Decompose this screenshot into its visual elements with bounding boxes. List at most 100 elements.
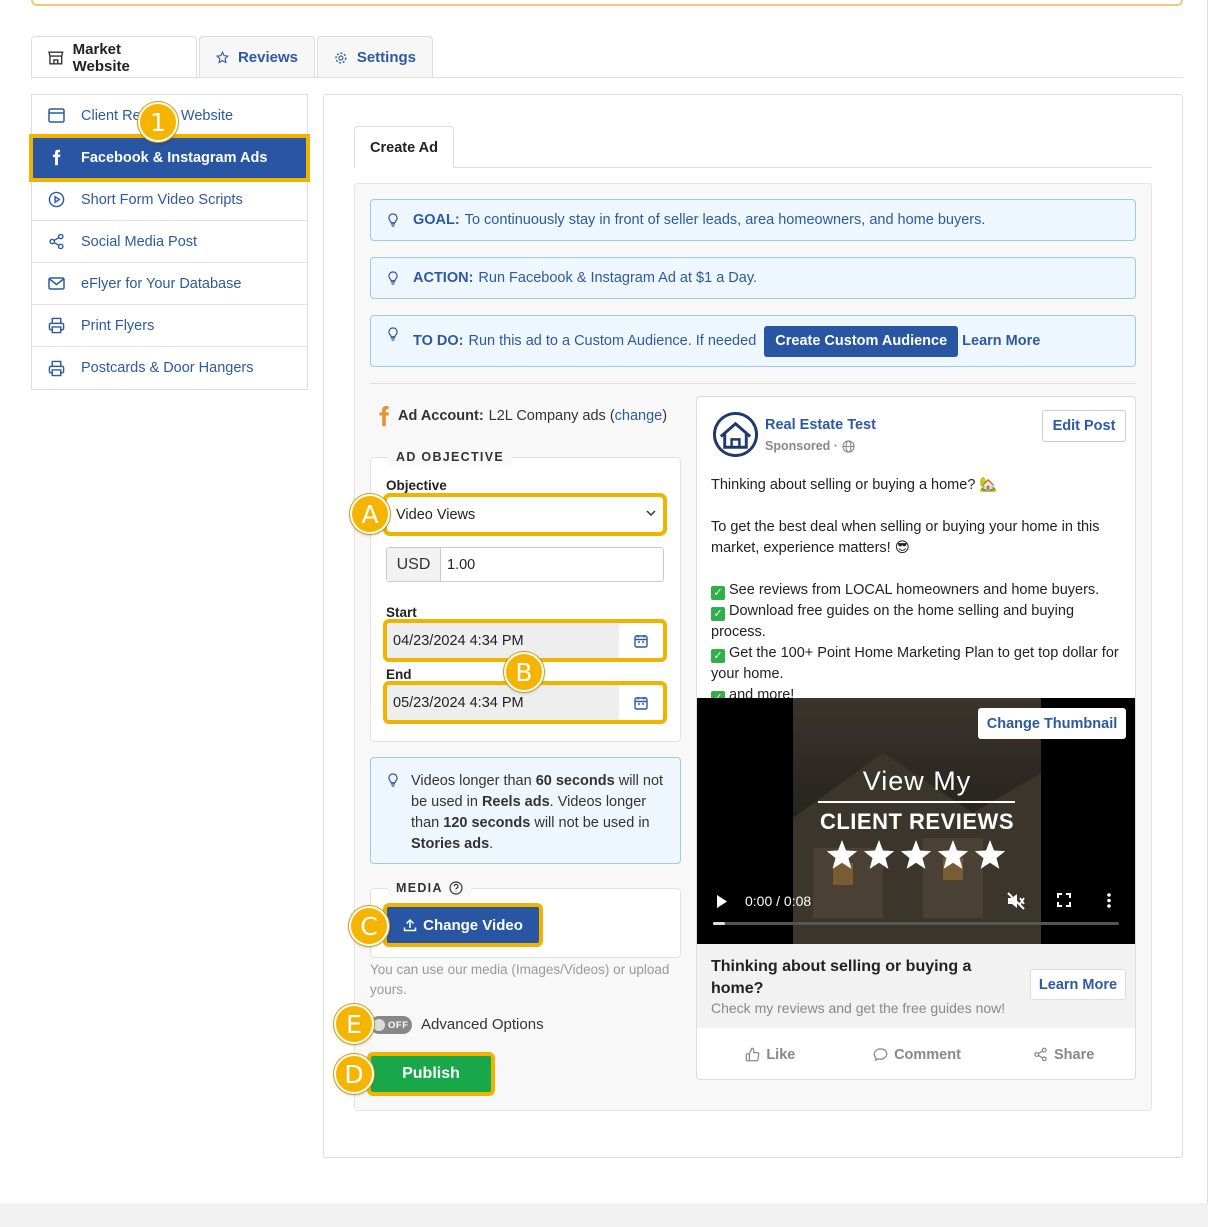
- sidebar-item-eflyer[interactable]: eFlyer for Your Database: [32, 263, 307, 305]
- change-video-button[interactable]: Change Video: [383, 903, 543, 947]
- gear-icon: [335, 51, 347, 64]
- start-calendar-button[interactable]: [619, 623, 663, 658]
- note-text: will not be used in: [530, 815, 650, 831]
- bullet-text: See reviews from LOCAL homeowners and ho…: [729, 582, 1100, 598]
- change-ad-account-link[interactable]: change: [615, 408, 663, 424]
- tab-market-website[interactable]: Market Website: [31, 36, 197, 79]
- store-icon: [48, 51, 64, 65]
- fullscreen-icon[interactable]: [1057, 893, 1071, 907]
- sidebar-item-print-flyers[interactable]: Print Flyers: [32, 305, 307, 347]
- muted-speaker-icon[interactable]: [1006, 892, 1026, 910]
- lightbulb-icon: [388, 271, 398, 285]
- tab-settings[interactable]: Settings: [317, 36, 433, 78]
- envelope-icon: [48, 277, 65, 290]
- note-text: .: [489, 836, 494, 852]
- sidebar-item-social-media-post[interactable]: Social Media Post: [32, 221, 307, 263]
- page-name-link[interactable]: Real Estate Test: [765, 417, 876, 433]
- comment-action[interactable]: Comment: [844, 1047, 991, 1063]
- sidebar: Client Reviews Website Facebook & Instag…: [29, 94, 310, 390]
- browser-window-icon: [48, 108, 65, 123]
- learn-more-button[interactable]: Learn More: [1030, 969, 1126, 1000]
- callout-marker-a: A: [350, 494, 390, 534]
- question-circle-icon[interactable]: [449, 880, 463, 895]
- calendar-icon: [634, 634, 648, 648]
- comment-label: Comment: [894, 1046, 961, 1063]
- share-action[interactable]: Share: [990, 1046, 1135, 1063]
- lightbulb-icon: [388, 327, 398, 341]
- upload-icon: [403, 918, 417, 932]
- star-icon: [826, 840, 858, 869]
- sidebar-item-label: Social Media Post: [81, 233, 198, 250]
- sidebar-item-label: Print Flyers: [81, 317, 155, 334]
- like-action[interactable]: Like: [697, 1047, 844, 1063]
- top-banner-edge: [31, 0, 1183, 6]
- star-icon: [900, 840, 932, 869]
- learn-more-link[interactable]: Learn More: [962, 333, 1040, 349]
- callout-marker-c: C: [349, 906, 389, 946]
- media-legend: MEDIA: [388, 879, 471, 896]
- tab-reviews[interactable]: Reviews: [199, 36, 315, 78]
- objective-label: Objective: [386, 478, 447, 493]
- budget-input[interactable]: 1.00: [441, 548, 475, 581]
- todo-label: TO DO:: [413, 333, 464, 349]
- more-vertical-icon[interactable]: [1107, 893, 1111, 908]
- advanced-options-label: Advanced Options: [421, 1016, 544, 1033]
- share-icon: [49, 233, 64, 250]
- share-label: Share: [1054, 1046, 1095, 1063]
- note-text: Videos longer than: [411, 773, 536, 789]
- video-progress-bar[interactable]: [713, 922, 1119, 925]
- create-custom-audience-button[interactable]: Create Custom Audience: [764, 325, 959, 357]
- video-player[interactable]: Change Thumbnail View My CLIENT REVIEWS …: [697, 698, 1135, 944]
- house-logo-avatar: [712, 411, 759, 458]
- tab-label: Settings: [356, 49, 416, 66]
- paren-close: ): [662, 408, 668, 424]
- objective-select[interactable]: Video Views: [383, 493, 667, 536]
- section-divider: [370, 383, 1136, 384]
- check-icon: ✓: [711, 607, 725, 621]
- advanced-options-toggle[interactable]: OFF: [370, 1016, 412, 1034]
- sidebar-item-postcards-door-hangers[interactable]: Postcards & Door Hangers: [32, 347, 307, 389]
- tab-divider: [31, 77, 1183, 78]
- publish-button[interactable]: Publish: [367, 1052, 495, 1096]
- ad-objective-legend: AD OBJECTIVE: [388, 449, 512, 465]
- change-thumbnail-button[interactable]: Change Thumbnail: [978, 708, 1126, 739]
- todo-info-box: TO DO: Run this ad to a Custom Audience.…: [370, 315, 1136, 367]
- lightbulb-icon: [388, 213, 398, 227]
- callout-marker-1: 1: [138, 102, 178, 142]
- play-icon[interactable]: [716, 895, 728, 908]
- end-calendar-button[interactable]: [619, 685, 663, 720]
- toggle-knob: [373, 1019, 385, 1031]
- start-date-value: 04/23/2024 4:34 PM: [387, 623, 619, 658]
- footer-headline: Thinking about selling or buying a home?: [711, 958, 972, 997]
- tab-create-ad[interactable]: Create Ad: [354, 126, 454, 168]
- tab-label: Reviews: [237, 49, 298, 66]
- edit-post-button[interactable]: Edit Post: [1042, 410, 1126, 442]
- post-bullet: ✓ See reviews from LOCAL homeowners and h…: [711, 580, 1129, 601]
- subtab-divider: [354, 167, 1152, 168]
- video-title-line1: View My: [862, 766, 972, 796]
- post-bullet: ✓ Get the 100+ Point Home Marketing Plan …: [711, 643, 1129, 685]
- sidebar-item-label: eFlyer for Your Database: [81, 275, 242, 292]
- note-bold: Reels ads: [481, 794, 550, 810]
- facebook-icon: [52, 149, 61, 166]
- calendar-icon: [634, 696, 648, 710]
- budget-input-group: USD 1.00: [386, 547, 664, 582]
- printer-icon: [48, 360, 65, 376]
- sidebar-item-label: Facebook & Instagram Ads: [81, 149, 268, 166]
- post-bullet: ✓ Download free guides on the home sellin…: [711, 601, 1129, 643]
- video-length-note: Videos longer than 60 seconds will not b…: [370, 757, 681, 864]
- star-icon: [937, 840, 969, 869]
- end-date-value: 05/23/2024 4:34 PM: [387, 685, 619, 720]
- sponsored-label: Sponsored ·: [765, 439, 855, 453]
- sidebar-item-short-form-video-scripts[interactable]: Short Form Video Scripts: [32, 179, 307, 221]
- like-label: Like: [766, 1046, 796, 1063]
- sidebar-item-facebook-instagram-ads[interactable]: Facebook & Instagram Ads: [29, 134, 310, 182]
- thumbs-up-icon: [745, 1047, 760, 1062]
- chevron-down-icon: [646, 510, 656, 517]
- post-line: Thinking about selling or buying a home?…: [711, 477, 998, 493]
- post-footer: Thinking about selling or buying a home?…: [697, 944, 1135, 1028]
- action-label: ACTION:: [413, 270, 474, 286]
- video-time: 0:00 / 0:08: [745, 893, 812, 909]
- currency-addon: USD: [387, 548, 441, 581]
- goal-info-box: GOAL: To continuously stay in front of s…: [370, 199, 1136, 241]
